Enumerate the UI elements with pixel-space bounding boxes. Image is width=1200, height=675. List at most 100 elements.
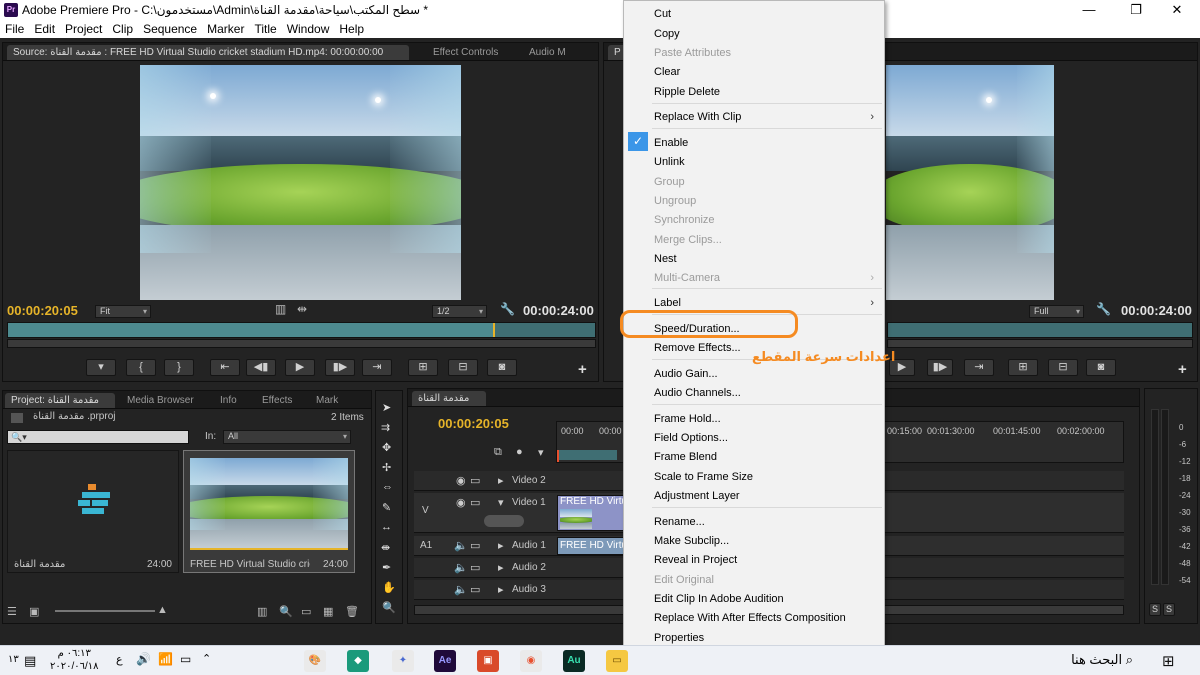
slip-tool-icon[interactable]: ↔: [381, 521, 392, 533]
extract-button[interactable]: ⊟: [1048, 359, 1078, 376]
menu-item-make-subclip[interactable]: Make Subclip...: [654, 532, 729, 550]
menu-item-rename[interactable]: Rename...: [654, 513, 705, 531]
firefox-icon[interactable]: ◉: [520, 650, 542, 672]
expand-icon[interactable]: ▸: [498, 561, 504, 574]
menu-item-replace-with-clip[interactable]: Replace With Clip: [654, 108, 741, 126]
play-button[interactable]: ▶: [285, 359, 315, 376]
explorer-icon[interactable]: ▭: [606, 650, 628, 672]
menu-item-copy[interactable]: Copy: [654, 25, 680, 43]
tab-audio-mixer[interactable]: Audio M: [523, 45, 572, 60]
speaker-icon[interactable]: 🔈: [454, 583, 468, 596]
show-hidden-icons[interactable]: ⌃: [202, 652, 211, 665]
start-icon[interactable]: ⊞: [1162, 652, 1175, 670]
step-forward-button[interactable]: ▮▶: [325, 359, 355, 376]
lock-icon[interactable]: ▭: [470, 583, 480, 596]
resolution-dropdown[interactable]: 1/2: [432, 305, 487, 318]
keyframe-icon[interactable]: ●: [516, 446, 523, 458]
slide-tool-icon[interactable]: ⇼: [381, 541, 390, 554]
go-to-in-button[interactable]: ⇤: [210, 359, 240, 376]
zoom-in-icon[interactable]: ▲: [157, 604, 168, 616]
mark-out-button[interactable]: }: [164, 359, 194, 376]
speaker-icon[interactable]: 🔈: [454, 539, 468, 552]
menu-clip[interactable]: Clip: [107, 20, 138, 38]
new-item-icon[interactable]: ▦: [323, 605, 333, 618]
battery-icon[interactable]: ▭: [180, 652, 191, 666]
zoom-tool-icon[interactable]: 🔍: [382, 601, 396, 614]
language-indicator[interactable]: ع: [116, 653, 123, 666]
project-item-clip[interactable]: FREE HD Virtual Studio cric... 24:00: [183, 450, 355, 573]
menu-edit[interactable]: Edit: [29, 20, 60, 38]
timeline-playhead[interactable]: [557, 450, 559, 462]
track-select-tool-icon[interactable]: ⇉: [381, 421, 390, 434]
capture-icon[interactable]: ◆: [347, 650, 369, 672]
menu-item-ripple-delete[interactable]: Ripple Delete: [654, 83, 720, 101]
insert-button[interactable]: ⊞: [408, 359, 438, 376]
eye-icon[interactable]: ◉: [456, 496, 466, 509]
menu-item-nest[interactable]: Nest: [654, 250, 677, 268]
timeline-current-timecode[interactable]: 00:00:20:05: [438, 416, 509, 431]
delete-icon[interactable]: 🗑: [345, 605, 359, 618]
tab-project[interactable]: Project: مقدمة القناة: [5, 393, 115, 408]
menu-sequence[interactable]: Sequence: [138, 20, 202, 38]
rate-stretch-tool-icon[interactable]: ⇔: [382, 481, 393, 493]
selection-tool-icon[interactable]: ➤: [382, 401, 391, 414]
menu-item-clear[interactable]: Clear: [654, 63, 680, 81]
lock-icon[interactable]: ▭: [470, 496, 480, 509]
lock-icon[interactable]: ▭: [470, 561, 480, 574]
step-back-button[interactable]: ◀▮: [246, 359, 276, 376]
menu-title[interactable]: Title: [249, 20, 281, 38]
keyframe-navigator[interactable]: [484, 515, 524, 527]
tab-effect-controls[interactable]: Effect Controls: [427, 45, 504, 60]
eye-icon[interactable]: ◉: [456, 474, 466, 487]
notification-count[interactable]: ١٣: [8, 654, 19, 665]
rolling-edit-tool-icon[interactable]: ✢: [382, 461, 391, 474]
pen-tool-icon[interactable]: ✒: [382, 561, 391, 574]
menu-item-cut[interactable]: Cut: [654, 5, 671, 23]
menu-window[interactable]: Window: [282, 20, 335, 38]
source-current-timecode[interactable]: 00:00:20:05: [7, 303, 78, 318]
taskbar-search[interactable]: ⌕ البحث هنا: [1032, 646, 1147, 675]
menu-item-frame-blend[interactable]: Frame Blend: [654, 448, 717, 466]
audition-icon[interactable]: Au: [563, 650, 585, 672]
source-time-ruler[interactable]: [7, 322, 596, 338]
maximize-button[interactable]: ❐: [1113, 0, 1159, 20]
tab-effects[interactable]: Effects: [256, 393, 298, 408]
work-area-bar[interactable]: [557, 450, 617, 460]
tab-info[interactable]: Info: [214, 393, 243, 408]
hand-tool-icon[interactable]: ✋: [382, 581, 396, 594]
program-add-plus-icon[interactable]: +: [1178, 361, 1187, 378]
menu-marker[interactable]: Marker: [202, 20, 249, 38]
close-button[interactable]: ✕: [1154, 0, 1200, 20]
lift-button[interactable]: ⊞: [1008, 359, 1038, 376]
menu-item-edit-clip-in-adobe-audition[interactable]: Edit Clip In Adobe Audition: [654, 590, 784, 608]
paint-icon[interactable]: 🎨: [304, 650, 326, 672]
expand-icon[interactable]: ▸: [498, 539, 504, 552]
lock-icon[interactable]: ▭: [470, 474, 480, 487]
film-icon[interactable]: ▥: [275, 302, 286, 316]
zoom-slider[interactable]: [55, 610, 155, 612]
after-effects-icon[interactable]: Ae: [434, 650, 456, 672]
menu-file[interactable]: File: [0, 20, 29, 38]
export-frame-button[interactable]: ◙: [487, 359, 517, 376]
program-zoom-bar[interactable]: [887, 339, 1193, 348]
minimize-button[interactable]: —: [1066, 0, 1112, 20]
paint3d-icon[interactable]: ✦: [392, 650, 414, 672]
collapse-icon[interactable]: ▾: [498, 496, 504, 509]
menu-item-audio-gain[interactable]: Audio Gain...: [654, 365, 718, 383]
tab-markers[interactable]: Mark: [310, 393, 344, 408]
speaker-icon[interactable]: 🔈: [454, 561, 468, 574]
overwrite-button[interactable]: ⊟: [448, 359, 478, 376]
project-search-input[interactable]: 🔍▾: [7, 430, 189, 444]
go-to-out-button[interactable]: ⇥: [362, 359, 392, 376]
menu-item-adjustment-layer[interactable]: Adjustment Layer: [654, 487, 740, 505]
add-button-plus-icon[interactable]: +: [578, 361, 587, 378]
solo-right-button[interactable]: S: [1163, 603, 1175, 616]
source-playhead[interactable]: [8, 323, 496, 337]
menu-item-scale-to-frame-size[interactable]: Scale to Frame Size: [654, 468, 753, 486]
razor-tool-icon[interactable]: ✎: [382, 501, 391, 514]
clock[interactable]: ٠٦:١٣ م ٢٠٢٠/٠٦/١٨: [50, 647, 99, 673]
solo-left-button[interactable]: S: [1149, 603, 1161, 616]
tab-sequence[interactable]: مقدمة القناة: [412, 391, 486, 406]
app-icon[interactable]: ▣: [477, 650, 499, 672]
program-step-forward-button[interactable]: ▮▶: [927, 359, 953, 376]
